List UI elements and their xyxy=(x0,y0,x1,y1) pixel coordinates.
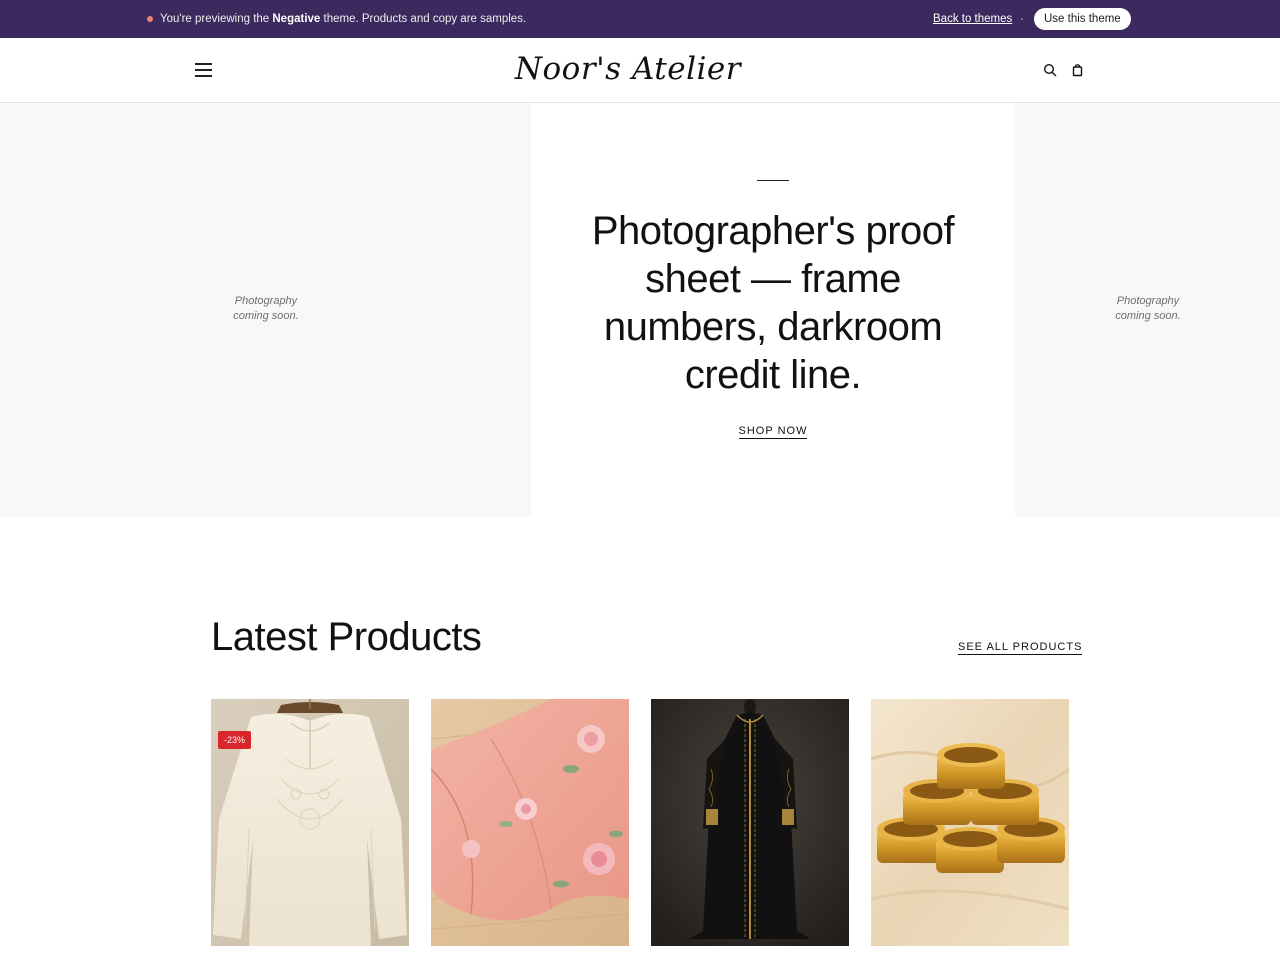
site-logo[interactable]: Noor's Atelier xyxy=(440,48,816,90)
product-card[interactable] xyxy=(651,699,849,946)
hero-section: Photography coming soon. Photographer's … xyxy=(0,103,1280,517)
see-all-products-link[interactable]: SEE ALL PRODUCTS xyxy=(958,641,1083,655)
search-icon[interactable] xyxy=(1043,63,1057,77)
section-title: Latest Products xyxy=(211,615,482,659)
theme-name: Negative xyxy=(272,13,321,25)
preview-message: You're previewing the Negative theme. Pr… xyxy=(160,13,527,25)
hero-divider xyxy=(757,180,789,181)
photo-placeholder: Photography coming soon. xyxy=(233,295,299,322)
product-image-abaya xyxy=(651,699,849,946)
product-image-scarf xyxy=(431,699,629,946)
separator-dot xyxy=(1021,18,1023,20)
hero-content: Photographer's proof sheet — frame numbe… xyxy=(531,103,1015,517)
hero-image-right: Photography coming soon. xyxy=(1015,103,1280,517)
menu-icon[interactable] xyxy=(195,63,212,77)
sale-badge: -23% xyxy=(218,731,252,749)
back-to-themes-link[interactable]: Back to themes xyxy=(933,12,1012,26)
product-card[interactable] xyxy=(871,699,1069,946)
photo-placeholder: Photography coming soon. xyxy=(1115,295,1181,322)
product-card[interactable]: -23% xyxy=(211,699,409,946)
preview-banner: You're previewing the Negative theme. Pr… xyxy=(0,0,1280,38)
shop-now-link[interactable]: SHOP NOW xyxy=(731,425,815,439)
status-dot xyxy=(147,16,153,22)
product-card[interactable] xyxy=(431,699,629,946)
bag-icon[interactable] xyxy=(1071,63,1084,77)
site-header: Noor's Atelier xyxy=(0,38,1280,103)
product-image-bangles xyxy=(871,699,1069,946)
hero-title: Photographer's proof sheet — frame numbe… xyxy=(591,209,955,397)
hero-image-left: Photography coming soon. xyxy=(0,103,531,517)
use-theme-button[interactable]: Use this theme xyxy=(1034,8,1131,30)
